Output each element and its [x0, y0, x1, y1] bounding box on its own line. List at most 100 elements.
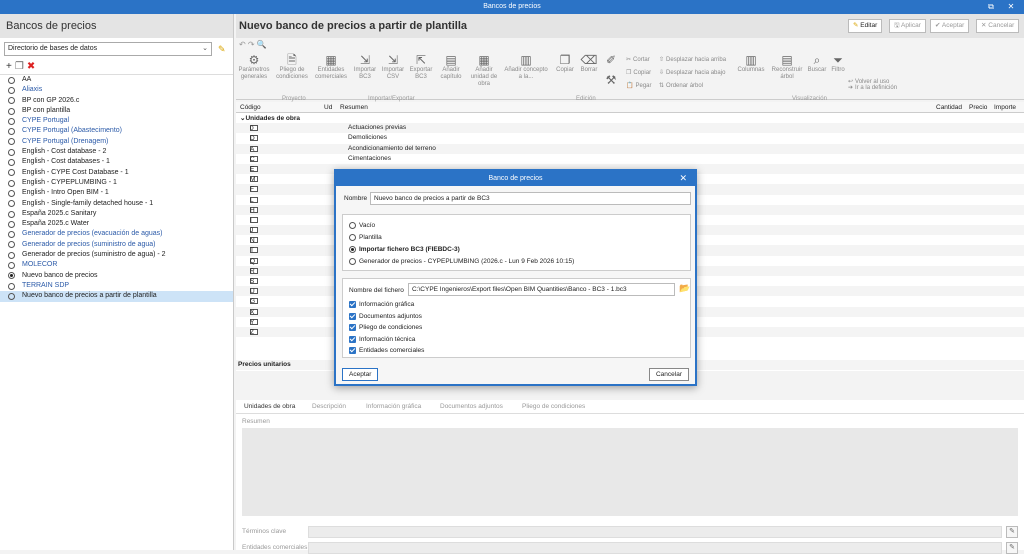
- col-cantidad[interactable]: Cantidad: [936, 104, 962, 111]
- database-item[interactable]: English - Cost database - 2: [0, 147, 233, 157]
- pliego-button[interactable]: 🗎 Pliego de condiciones: [273, 54, 311, 81]
- entidades-button[interactable]: ▦ Entidades comerciales: [312, 54, 350, 81]
- checkbox-icon[interactable]: [349, 347, 356, 354]
- database-item[interactable]: AA: [0, 75, 233, 85]
- radio-icon[interactable]: [8, 159, 15, 167]
- back-to-use-button[interactable]: ↩ Volver al uso: [848, 78, 889, 85]
- copy-button[interactable]: ❐ Copiar: [554, 54, 576, 74]
- radio-icon[interactable]: [8, 169, 15, 177]
- checkbox-icon[interactable]: [349, 324, 356, 331]
- radio-icon[interactable]: [8, 179, 15, 187]
- directory-select[interactable]: Directorio de bases de datos ⌄: [4, 42, 212, 56]
- radio-icon[interactable]: [8, 138, 15, 146]
- add-unit-button[interactable]: ▦ Añadir unidad de obra: [466, 54, 502, 88]
- source-option[interactable]: Vacío: [349, 222, 375, 229]
- tab-item[interactable]: Unidades de obra: [244, 403, 295, 410]
- sort-tree-button[interactable]: ⇅ Ordenar árbol: [659, 82, 703, 89]
- copy-icon[interactable]: ❐: [15, 61, 24, 72]
- radio-icon[interactable]: [8, 200, 15, 208]
- brush-icon[interactable]: ✐: [600, 54, 622, 67]
- source-option[interactable]: Importar fichero BC3 (FIEBDC-3): [349, 246, 460, 253]
- tab-item[interactable]: Documentos adjuntos: [440, 403, 503, 410]
- delete-button[interactable]: ⌫ Borrar: [578, 54, 600, 74]
- radio-icon[interactable]: [349, 222, 356, 229]
- edit-pencil-icon[interactable]: ✎: [218, 44, 226, 55]
- close-icon[interactable]: ✕: [1002, 0, 1020, 14]
- copy-small-button[interactable]: ❐ Copiar: [626, 69, 651, 76]
- radio-icon[interactable]: [8, 261, 15, 269]
- edit-pencil-icon[interactable]: ✎: [1006, 526, 1018, 538]
- filter-button[interactable]: ⏷ Filtro: [829, 54, 847, 74]
- radio-icon[interactable]: [8, 128, 15, 136]
- source-option[interactable]: Plantilla: [349, 234, 382, 241]
- radio-icon[interactable]: [8, 107, 15, 115]
- undo-icon[interactable]: ↶ ↷ 🔍: [239, 40, 267, 49]
- add-concept-button[interactable]: ▥ Añadir concepto a la...: [504, 54, 548, 81]
- terminos-field[interactable]: [308, 526, 1002, 538]
- move-down-button[interactable]: ⇩ Desplazar hacia abajo: [659, 69, 725, 76]
- radio-icon[interactable]: [8, 148, 15, 156]
- database-item[interactable]: CYPE Portugal (Abastecimento): [0, 126, 233, 136]
- edit-button[interactable]: ✎ Editar: [848, 19, 883, 33]
- go-to-definition-button[interactable]: ➔ Ir a la definición: [848, 84, 897, 91]
- radio-icon[interactable]: [8, 220, 15, 228]
- import-bc3-button[interactable]: ⇲ Importar BC3: [352, 54, 378, 81]
- radio-icon[interactable]: [8, 272, 15, 280]
- checkbox-icon[interactable]: [349, 312, 356, 320]
- radio-icon[interactable]: [8, 231, 15, 239]
- delete-icon[interactable]: ✖: [27, 61, 35, 72]
- cancel-button[interactable]: ✕ Cancelar: [976, 19, 1020, 33]
- col-importe[interactable]: Importe: [994, 104, 1016, 111]
- table-row[interactable]: › AAcondicionamiento del terreno: [236, 143, 1024, 154]
- file-input[interactable]: C:\CYPE Ingenieros\Export files\Open BIM…: [408, 283, 675, 296]
- radio-icon[interactable]: [349, 246, 356, 253]
- checkbox-icon[interactable]: [349, 301, 356, 308]
- database-item[interactable]: CYPE Portugal (Drenagem): [0, 137, 233, 147]
- tab-item[interactable]: Información gráfica: [366, 403, 421, 410]
- database-item[interactable]: BP con plantilla: [0, 106, 233, 116]
- radio-icon[interactable]: [349, 234, 356, 241]
- database-item[interactable]: España 2025.c Sanitary: [0, 209, 233, 219]
- option-checkbox[interactable]: Entidades comerciales: [349, 347, 424, 354]
- database-item[interactable]: BP con GP 2026.c: [0, 96, 233, 106]
- database-item[interactable]: España 2025.c Water: [0, 219, 233, 229]
- import-csv-button[interactable]: ⇲ Importar CSV: [380, 54, 406, 81]
- database-item[interactable]: Nuevo banco de precios: [0, 271, 233, 281]
- radio-icon[interactable]: [8, 241, 15, 249]
- source-option[interactable]: Generador de precios - CYPEPLUMBING (202…: [349, 258, 574, 265]
- option-checkbox[interactable]: Información gráfica: [349, 301, 414, 308]
- radio-icon[interactable]: [8, 210, 15, 218]
- table-row[interactable]: › DDemoliciones: [236, 133, 1024, 143]
- database-item[interactable]: English - CYPEPLUMBING - 1: [0, 178, 233, 188]
- move-up-button[interactable]: ⇧ Desplazar hacia arriba: [659, 56, 726, 63]
- database-item[interactable]: Generador de precios (suministro de agua…: [0, 250, 233, 260]
- rebuild-tree-button[interactable]: ▤ Reconstruir árbol: [769, 54, 805, 81]
- col-codigo[interactable]: Código: [240, 104, 261, 111]
- cancel-button[interactable]: Cancelar: [648, 368, 689, 381]
- folder-icon[interactable]: 📂: [679, 283, 690, 294]
- col-resumen[interactable]: Resumen: [340, 104, 368, 111]
- edit-pencil-icon[interactable]: ✎: [1006, 542, 1018, 554]
- restore-icon[interactable]: ⧉: [982, 0, 1000, 14]
- cut-button[interactable]: ✂ Cortar: [626, 56, 650, 63]
- params-button[interactable]: ⚙ Parámetros generales: [236, 54, 272, 81]
- database-item[interactable]: English - Single-family detached house -…: [0, 199, 233, 209]
- apply-button[interactable]: 🖫 Aplicar: [889, 19, 926, 33]
- database-item[interactable]: CYPE Portugal: [0, 116, 233, 126]
- col-precio[interactable]: Precio: [969, 104, 987, 111]
- tab-item[interactable]: Descripción: [312, 403, 346, 410]
- export-bc3-button[interactable]: ⇱ Exportar BC3: [408, 54, 434, 81]
- add-icon[interactable]: +: [6, 61, 12, 72]
- radio-icon[interactable]: [8, 292, 15, 300]
- radio-icon[interactable]: [8, 117, 15, 125]
- tree-root[interactable]: ⌄ Unidades de obra: [236, 113, 1024, 123]
- radio-icon[interactable]: [8, 86, 15, 94]
- name-input[interactable]: Nuevo banco de precios a partir de BC3: [370, 192, 691, 205]
- option-checkbox[interactable]: Pliego de condiciones: [349, 324, 422, 331]
- resumen-box[interactable]: [242, 428, 1018, 516]
- accept-button[interactable]: Aceptar: [342, 368, 379, 381]
- radio-icon[interactable]: [349, 258, 356, 265]
- option-checkbox[interactable]: Documentos adjuntos: [349, 312, 422, 320]
- checkbox-icon[interactable]: [349, 335, 356, 343]
- database-item[interactable]: MOLECOR: [0, 260, 233, 270]
